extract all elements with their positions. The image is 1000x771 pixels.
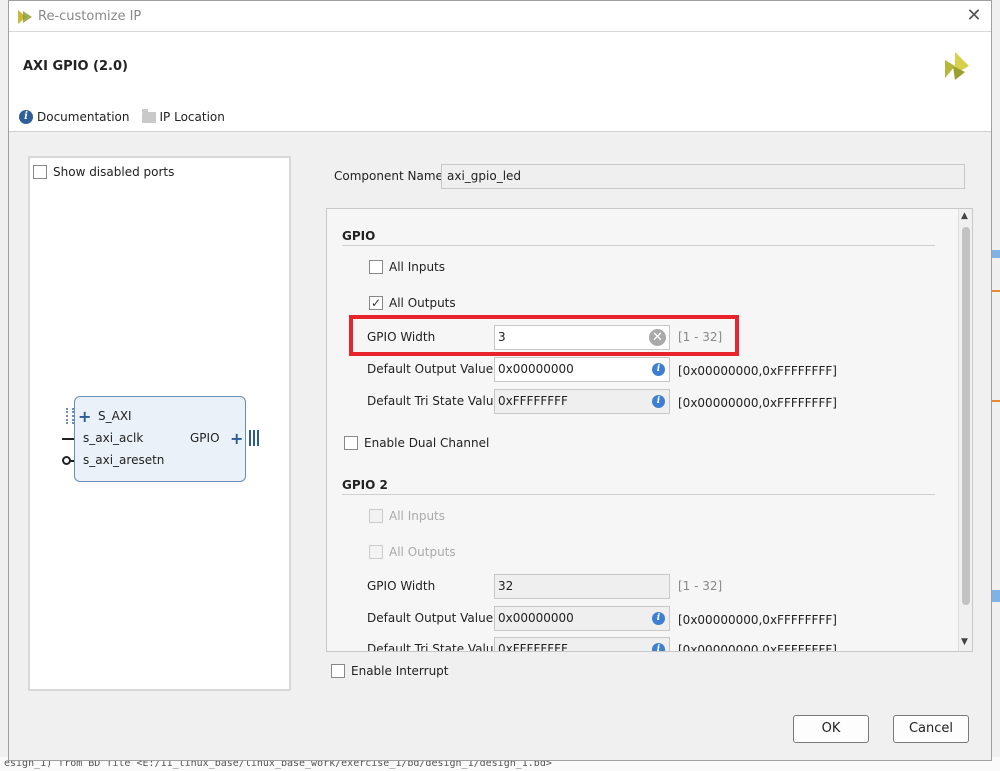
show-disabled-ports-checkbox[interactable] bbox=[33, 165, 47, 179]
enable-dual-channel-label: Enable Dual Channel bbox=[364, 436, 490, 450]
gpio-all-inputs-row: All Inputs bbox=[369, 260, 445, 274]
default-output-value-label: Default Output Value bbox=[367, 362, 494, 376]
window-title: Re-customize IP bbox=[38, 9, 142, 24]
bus-interface-dots bbox=[66, 408, 74, 424]
gpio2-all-outputs-label: All Outputs bbox=[389, 545, 456, 559]
enable-dual-channel-checkbox[interactable] bbox=[344, 436, 358, 450]
default-tri-state-input[interactable]: 0xFFFFFFFF i bbox=[494, 389, 670, 414]
axi-gpio-block[interactable]: + S_AXI s_axi_aclk s_axi_aresetn GPIO + bbox=[74, 396, 246, 482]
gpio2-default-tri-label: Default Tri State Value bbox=[367, 642, 501, 652]
ip-title: AXI GPIO (2.0) bbox=[23, 59, 128, 74]
enable-dual-channel-row: Enable Dual Channel bbox=[344, 436, 489, 450]
scroll-down-icon[interactable]: ▼ bbox=[961, 637, 968, 647]
info-icon[interactable]: i bbox=[652, 363, 665, 376]
component-name-label: Component Name bbox=[334, 169, 443, 183]
default-tri-state-range: [0x00000000,0xFFFFFFFF] bbox=[678, 396, 837, 410]
show-disabled-ports-label: Show disabled ports bbox=[53, 165, 175, 179]
ok-button[interactable]: OK bbox=[793, 715, 869, 743]
enable-interrupt-row: Enable Interrupt bbox=[331, 664, 449, 678]
documentation-link[interactable]: i Documentation bbox=[19, 110, 130, 124]
gpio2-default-tri-value: 0xFFFFFFFF bbox=[498, 642, 568, 652]
active-low-bubble bbox=[62, 456, 71, 465]
component-name-input[interactable]: axi_gpio_led bbox=[441, 164, 965, 189]
default-tri-state-label: Default Tri State Value bbox=[367, 394, 501, 408]
gpio-all-outputs-checkbox[interactable]: ✓ bbox=[369, 296, 383, 310]
enable-interrupt-checkbox[interactable] bbox=[331, 664, 345, 678]
gpio2-width-range: [1 - 32] bbox=[678, 579, 723, 593]
gpio2-all-outputs-checkbox[interactable] bbox=[369, 545, 383, 559]
port-gpio: GPIO bbox=[190, 431, 220, 445]
gpio-all-inputs-label: All Inputs bbox=[389, 260, 446, 274]
default-tri-state-value: 0xFFFFFFFF bbox=[498, 394, 568, 408]
gpio-bus-icon bbox=[249, 430, 259, 446]
gpio2-default-output-range: [0x00000000,0xFFFFFFFF] bbox=[678, 613, 837, 627]
default-output-value-range: [0x00000000,0xFFFFFFFF] bbox=[678, 364, 837, 378]
gpio2-all-inputs-row: All Inputs bbox=[369, 509, 445, 523]
gpio2-width-input[interactable]: 32 bbox=[494, 574, 670, 599]
vertical-scrollbar[interactable]: ▲ ▼ bbox=[958, 209, 972, 651]
info-icon: i bbox=[19, 110, 33, 124]
gpio2-default-tri-input[interactable]: 0xFFFFFFFF i bbox=[494, 637, 670, 652]
documentation-label: Documentation bbox=[37, 110, 130, 124]
folder-icon bbox=[141, 108, 156, 123]
xilinx-brand-icon bbox=[945, 52, 969, 80]
default-output-value: 0x00000000 bbox=[498, 362, 574, 376]
expand-gpio-icon[interactable]: + bbox=[230, 431, 243, 447]
gpio2-default-output-value: 0x00000000 bbox=[498, 611, 574, 625]
info-icon[interactable]: i bbox=[652, 643, 665, 651]
gpio-width-highlight bbox=[349, 315, 739, 356]
gpio2-all-inputs-label: All Inputs bbox=[389, 509, 446, 523]
section-divider bbox=[342, 245, 935, 246]
port-s-axi: S_AXI bbox=[98, 409, 132, 423]
scrollbar-thumb[interactable] bbox=[962, 227, 970, 605]
info-icon[interactable]: i bbox=[652, 395, 665, 408]
background-marker bbox=[992, 590, 1000, 602]
gpio2-all-outputs-row: All Outputs bbox=[369, 545, 456, 559]
ip-location-link[interactable]: IP Location bbox=[141, 108, 225, 124]
background-marker bbox=[992, 290, 1000, 310]
aclk-port-line bbox=[62, 438, 74, 440]
title-bar: Re-customize IP ✕ bbox=[9, 1, 991, 32]
enable-interrupt-label: Enable Interrupt bbox=[351, 664, 449, 678]
gpio-all-outputs-label: All Outputs bbox=[389, 296, 456, 310]
gpio2-default-tri-range: [0x00000000,0xFFFFFFFF] bbox=[678, 643, 837, 652]
expand-s-axi-icon[interactable]: + bbox=[78, 409, 91, 425]
info-icon[interactable]: i bbox=[652, 612, 665, 625]
scroll-up-icon[interactable]: ▲ bbox=[961, 211, 968, 221]
show-disabled-ports-row: Show disabled ports bbox=[33, 165, 174, 179]
background-marker bbox=[992, 250, 1000, 258]
ip-location-label: IP Location bbox=[159, 110, 225, 124]
ip-header: AXI GPIO (2.0) i Documentation IP Locati… bbox=[9, 32, 991, 132]
close-icon[interactable]: ✕ bbox=[963, 5, 985, 27]
port-s-axi-aclk: s_axi_aclk bbox=[83, 431, 144, 445]
vivado-logo-icon bbox=[18, 10, 32, 24]
recustomize-ip-dialog: Re-customize IP ✕ AXI GPIO (2.0) i Docum… bbox=[8, 0, 992, 761]
default-output-value-input[interactable]: 0x00000000 i bbox=[494, 357, 670, 382]
gpio2-default-output-input[interactable]: 0x00000000 i bbox=[494, 606, 670, 631]
gpio-all-outputs-row: ✓ All Outputs bbox=[369, 296, 456, 310]
gpio2-section-title: GPIO 2 bbox=[342, 478, 388, 492]
parameters-panel: GPIO All Inputs ✓ All Outputs GPIO Width… bbox=[326, 208, 973, 652]
gpio2-width-label: GPIO Width bbox=[367, 579, 436, 593]
gpio2-default-output-label: Default Output Value bbox=[367, 611, 494, 625]
gpio2-all-inputs-checkbox[interactable] bbox=[369, 509, 383, 523]
gpio-all-inputs-checkbox[interactable] bbox=[369, 260, 383, 274]
section-divider bbox=[342, 494, 935, 495]
gpio-section-title: GPIO bbox=[342, 229, 376, 243]
gpio2-width-value: 32 bbox=[498, 579, 514, 593]
symbol-panel: Show disabled ports + S_AXI s_axi_aclk s… bbox=[28, 156, 291, 691]
port-s-axi-aresetn: s_axi_aresetn bbox=[83, 453, 165, 467]
header-links: i Documentation IP Location bbox=[19, 108, 225, 124]
background-marker bbox=[992, 400, 1000, 414]
cancel-button[interactable]: Cancel bbox=[893, 715, 969, 743]
